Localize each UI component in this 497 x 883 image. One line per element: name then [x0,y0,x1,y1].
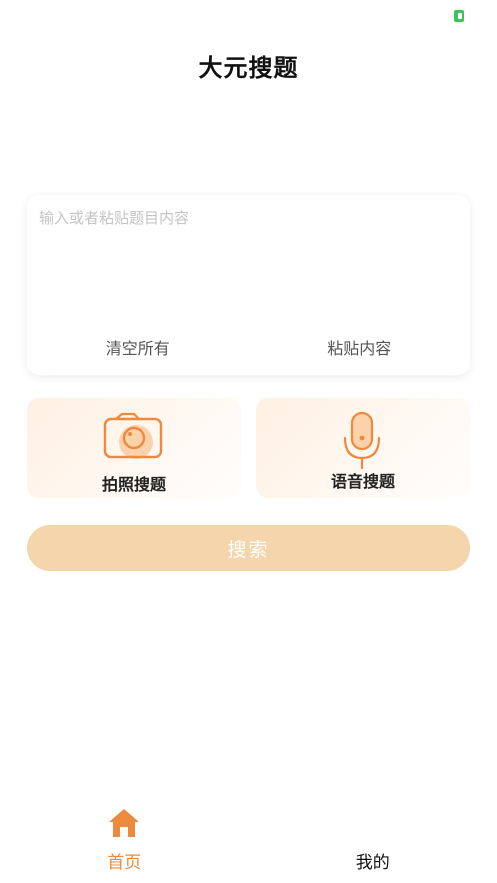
tab-mine-label: 我的 [355,853,390,873]
voice-search-label: 语音搜题 [330,472,395,491]
bottom-tab-bar: 首页 我的 [0,800,497,883]
battery-icon [454,10,464,22]
microphone-icon [343,412,381,470]
tab-home-label: 首页 [107,853,142,873]
status-bar [0,0,497,30]
home-icon [109,809,140,837]
search-button[interactable]: 搜索 [27,525,470,571]
tab-home[interactable]: 首页 [0,800,249,883]
photo-search-button[interactable]: 拍照搜题 [27,398,241,498]
tab-mine[interactable]: 我的 [249,800,497,883]
paste-content-button[interactable]: 粘贴内容 [249,335,471,363]
clear-all-button[interactable]: 清空所有 [27,335,249,363]
photo-search-label: 拍照搜题 [101,475,166,494]
voice-search-button[interactable]: 语音搜题 [256,398,470,498]
page-title: 大元搜题 [198,54,299,82]
question-input-card: 清空所有 粘贴内容 [27,195,470,375]
camera-icon [103,412,163,459]
input-card-actions: 清空所有 粘贴内容 [27,335,470,363]
question-input[interactable] [39,207,458,317]
